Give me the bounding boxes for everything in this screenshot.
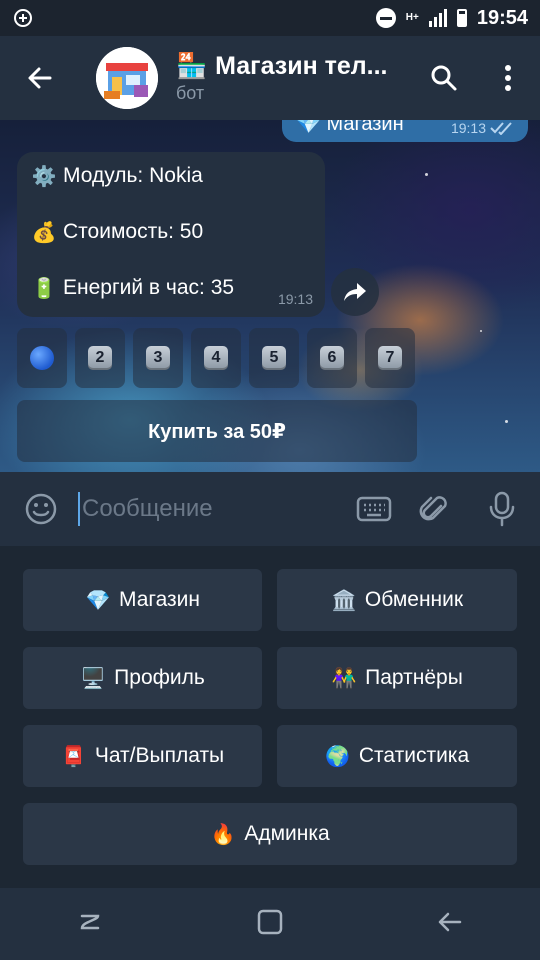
search-icon xyxy=(431,65,457,91)
more-button[interactable] xyxy=(476,36,540,120)
avatar[interactable] xyxy=(96,47,158,109)
battery-icon xyxy=(456,9,467,27)
inline-button-3[interactable]: 3 xyxy=(133,328,183,388)
admin-button-label: Админка xyxy=(244,822,330,845)
keycap-label: 6 xyxy=(320,346,344,370)
message-input[interactable]: Сообщение xyxy=(82,495,344,523)
message-input-bar: Сообщение xyxy=(0,472,540,546)
shop-icon xyxy=(96,47,158,109)
share-icon xyxy=(344,283,366,301)
chat-subtitle: бот xyxy=(176,83,205,103)
share-button[interactable] xyxy=(331,268,379,316)
emoji-button[interactable] xyxy=(0,492,82,526)
chat-title-text: Магазин тел... xyxy=(215,52,388,80)
back-button[interactable] xyxy=(0,36,80,120)
buy-button[interactable]: Купить за 50₽ xyxy=(17,400,417,462)
clock: 19:54 xyxy=(476,6,528,29)
gem-icon: 💎 xyxy=(85,589,111,612)
message-line-text: Енергий в час: 35 xyxy=(63,276,235,299)
attach-icon xyxy=(419,496,447,521)
incoming-message[interactable]: ⚙️ Модуль: Nokia 💰 Стоимость: 50 🔋 Енерг… xyxy=(17,152,325,317)
search-button[interactable] xyxy=(412,36,476,120)
add-circle-icon xyxy=(14,9,32,27)
message-line-text: Стоимость: 50 xyxy=(63,220,204,243)
outgoing-message-text: 💎 Магазин xyxy=(296,120,404,135)
text-cursor xyxy=(78,492,80,526)
keycap-label: 5 xyxy=(262,346,286,370)
home-icon xyxy=(257,909,283,934)
outgoing-message-time: 19:13 xyxy=(450,120,486,136)
keyboard-icon xyxy=(356,496,392,522)
inline-button-2[interactable]: 2 xyxy=(75,328,125,388)
message-line: 💰 Стоимость: 50 xyxy=(31,220,313,276)
computer-icon: 🖥️ xyxy=(80,667,106,690)
blue-circle-icon xyxy=(30,346,54,370)
exchange-button-label: Обменник xyxy=(364,588,464,611)
do-not-disturb-icon xyxy=(375,8,396,28)
keycap-label: 2 xyxy=(88,346,112,370)
bank-icon: 🏛️ xyxy=(331,589,357,612)
shop-button[interactable]: 💎 Магазин xyxy=(23,569,262,631)
inline-keyboard: 2 3 4 5 6 7 xyxy=(17,328,417,388)
message-line: ⚙️ Модуль: Nokia xyxy=(31,164,313,220)
gear-icon: ⚙️ xyxy=(31,166,57,188)
inline-button-4[interactable]: 4 xyxy=(191,328,241,388)
admin-button[interactable]: 🔥 Админка xyxy=(23,803,517,865)
bot-keyboard: 💎 Магазин 🏛️ Обменник 🖥️ Профиль 👫 Партн… xyxy=(0,546,540,888)
double-check-icon xyxy=(490,122,512,135)
inline-button-6[interactable]: 6 xyxy=(307,328,357,388)
chat-area[interactable]: 💎 Магазин 19:13 ⚙️ Модуль: Nokia 💰 Стоим… xyxy=(0,120,540,472)
recent-apps-icon xyxy=(80,914,100,929)
shop-button-label: Магазин xyxy=(118,588,200,611)
status-bar: H+ 19:54 xyxy=(0,0,540,36)
message-line: 🔋 Енергий в час: 35 xyxy=(31,276,313,332)
recent-apps-button[interactable] xyxy=(76,910,104,939)
globe-icon: 🌍 xyxy=(325,745,351,768)
keycap-label: 4 xyxy=(204,346,228,370)
store-icon: 🏪 xyxy=(176,52,208,80)
inline-button-7[interactable]: 7 xyxy=(365,328,415,388)
chat-payouts-button[interactable]: 📮 Чат/Выплаты xyxy=(23,725,262,787)
back-icon xyxy=(438,912,462,931)
emoji-icon xyxy=(25,493,57,525)
chat-payouts-button-label: Чат/Выплаты xyxy=(94,744,225,767)
nav-back-button[interactable] xyxy=(436,910,464,939)
exchange-button[interactable]: 🏛️ Обменник xyxy=(277,569,517,631)
fire-icon: 🔥 xyxy=(210,823,236,846)
home-button[interactable] xyxy=(256,908,284,941)
signal-icon xyxy=(428,9,447,27)
chat-header: 🏪 Магазин тел... бот xyxy=(0,36,540,120)
keyboard-button[interactable] xyxy=(344,496,404,522)
profile-button[interactable]: 🖥️ Профиль xyxy=(23,647,262,709)
chat-title[interactable]: 🏪 Магазин тел... xyxy=(176,52,406,81)
battery-emoji-icon: 🔋 xyxy=(31,278,57,300)
statistics-button[interactable]: 🌍 Статистика xyxy=(277,725,517,787)
incoming-message-time: 19:13 xyxy=(277,291,313,307)
microphone-icon xyxy=(489,491,515,527)
microphone-button[interactable] xyxy=(464,491,540,527)
back-arrow-icon xyxy=(28,67,52,89)
partners-button[interactable]: 👫 Партнёры xyxy=(277,647,517,709)
inline-button-1[interactable] xyxy=(17,328,67,388)
couple-icon: 👫 xyxy=(331,667,357,690)
system-nav-bar xyxy=(0,888,540,960)
outgoing-message[interactable]: 💎 Магазин 19:13 xyxy=(282,120,528,142)
inline-button-5[interactable]: 5 xyxy=(249,328,299,388)
keycap-label: 7 xyxy=(378,346,402,370)
money-bag-icon: 💰 xyxy=(31,222,57,244)
statistics-button-label: Статистика xyxy=(358,744,470,767)
network-type: H+ xyxy=(405,12,419,23)
profile-button-label: Профиль xyxy=(114,666,205,689)
postbox-icon: 📮 xyxy=(61,745,87,768)
partners-button-label: Партнёры xyxy=(365,666,463,689)
attach-button[interactable] xyxy=(404,492,464,526)
more-vertical-icon xyxy=(505,65,511,91)
keycap-label: 3 xyxy=(146,346,170,370)
message-line-text: Модуль: Nokia xyxy=(63,164,203,187)
